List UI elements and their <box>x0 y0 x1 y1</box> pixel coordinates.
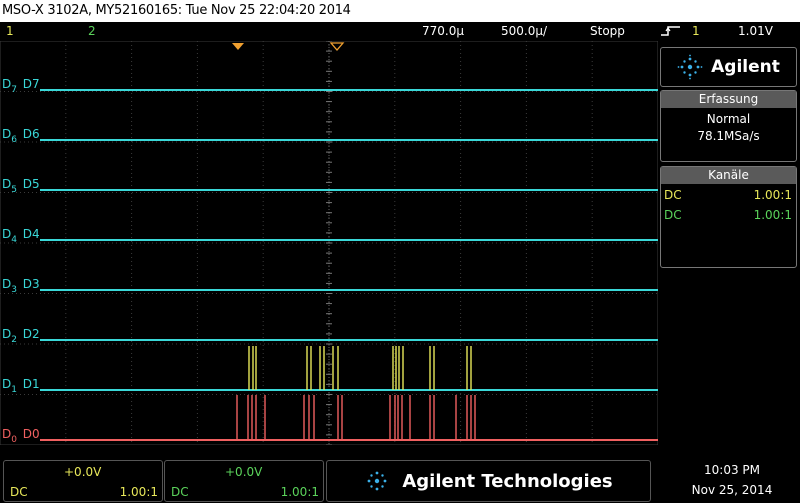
time-per-div-readout[interactable]: 500.0µ/ <box>501 22 547 41</box>
run-state-label[interactable]: Stopp <box>590 22 625 41</box>
channel-label-name: D0 <box>19 427 40 441</box>
status-bar: 1 2 770.0µ 500.0µ/ Stopp 1 1.01V <box>0 22 800 41</box>
agilent-spark-icon <box>367 471 387 491</box>
bottom-bar: +0.0V DC 1.00:1 +0.0V DC 1.00:1 Agilent … <box>0 458 800 503</box>
channel-label-subscript: 3 <box>11 285 17 295</box>
window-title-bar: MSO-X 3102A, MY52160165: Tue Nov 25 22:0… <box>0 0 800 22</box>
channel-2-probe-ratio: 1.00:1 <box>280 485 319 499</box>
side-panel: Agilent Erfassung Normal 78.1MSa/s Kanäl… <box>660 47 797 268</box>
sample-rate: 78.1MSa/s <box>697 129 760 143</box>
trigger-edge-icon <box>660 22 682 47</box>
channel-1-box[interactable]: +0.0V DC 1.00:1 <box>3 460 163 502</box>
channel-label-name: D5 <box>19 177 40 191</box>
window-title: MSO-X 3102A, MY52160165: Tue Nov 25 22:0… <box>2 3 351 18</box>
channel-1-offset: +0.0V <box>64 465 102 479</box>
channel-rows: DC 1.00:1 DC 1.00:1 <box>661 188 796 228</box>
channel-row[interactable]: DC 1.00:1 <box>661 208 796 228</box>
channel-label-subscript: 2 <box>11 335 17 345</box>
channel-row[interactable]: DC 1.00:1 <box>661 188 796 208</box>
waveform-graticule: D7 D7D6 D6D5 D5D4 D4D3 D3D2 D2D1 D1D0 D0 <box>0 40 659 446</box>
channel-label-name: D1 <box>19 377 40 391</box>
channel-label-subscript: 6 <box>11 135 17 145</box>
channel-row-ratio: 1.00:1 <box>753 208 792 222</box>
channel-label-d2[interactable]: D2 D2 <box>2 327 40 345</box>
channel-label-subscript: 4 <box>11 235 17 245</box>
channel-label-d7[interactable]: D7 D7 <box>2 77 40 95</box>
channel-label-name: D3 <box>19 277 40 291</box>
acquisition-mode: Normal <box>706 112 751 126</box>
channel-label-subscript: 1 <box>11 385 17 395</box>
channel-label-d3[interactable]: D3 D3 <box>2 277 40 295</box>
channel-label-subscript: 0 <box>11 435 17 445</box>
delay-reference-marker[interactable] <box>329 42 345 51</box>
acquisition-box[interactable]: Erfassung Normal 78.1MSa/s <box>660 90 797 162</box>
channel-row-ratio: 1.00:1 <box>753 188 792 202</box>
channel-row-coupling: DC <box>664 208 682 222</box>
brand-footer: Agilent Technologies <box>326 460 651 502</box>
channel-label-subscript: 7 <box>11 85 17 95</box>
channel-1-indicator[interactable]: 1 <box>6 22 14 41</box>
channel-1-coupling: DC <box>10 485 28 499</box>
clock-time: 10:03 PM <box>704 463 760 477</box>
clock-date: Nov 25, 2014 <box>691 483 773 497</box>
channel-label-d4[interactable]: D4 D4 <box>2 227 40 245</box>
channels-heading: Kanäle <box>661 167 796 184</box>
channel-row-coupling: DC <box>664 188 682 202</box>
brand-name: Agilent <box>711 57 780 77</box>
channel-1-probe-ratio: 1.00:1 <box>119 485 158 499</box>
trigger-level-readout[interactable]: 1.01V <box>738 22 773 41</box>
channel-2-indicator[interactable]: 2 <box>88 22 96 41</box>
channel-2-offset: +0.0V <box>225 465 263 479</box>
channel-label-d0[interactable]: D0 D0 <box>2 427 40 445</box>
acquisition-heading: Erfassung <box>661 91 796 108</box>
channel-label-name: D6 <box>19 127 40 141</box>
brand-box: Agilent <box>660 47 797 87</box>
channel-label-name: D4 <box>19 227 40 241</box>
channel-label-name: D7 <box>19 77 40 91</box>
waveform-display[interactable]: D7 D7 D6 D6 D5 D5 D4 D4 D3 D3 D2 D2 D1 D1 D0 D0 <box>0 40 659 446</box>
time-delay-readout[interactable]: 770.0µ <box>422 22 464 41</box>
clock: 10:03 PM Nov 25, 2014 <box>672 460 792 497</box>
brand-footer-name: Agilent Technologies <box>402 470 613 492</box>
channel-label-d1[interactable]: D1 D1 <box>2 377 40 395</box>
channels-box[interactable]: Kanäle DC 1.00:1 DC 1.00:1 <box>660 166 797 268</box>
channel-label-subscript: 5 <box>11 185 17 195</box>
channel-2-box[interactable]: +0.0V DC 1.00:1 <box>164 460 324 502</box>
trigger-position-marker[interactable] <box>232 43 244 50</box>
channel-label-name: D2 <box>19 327 40 341</box>
trigger-source-label[interactable]: 1 <box>692 22 700 41</box>
channel-2-coupling: DC <box>171 485 189 499</box>
agilent-spark-icon <box>677 54 703 80</box>
